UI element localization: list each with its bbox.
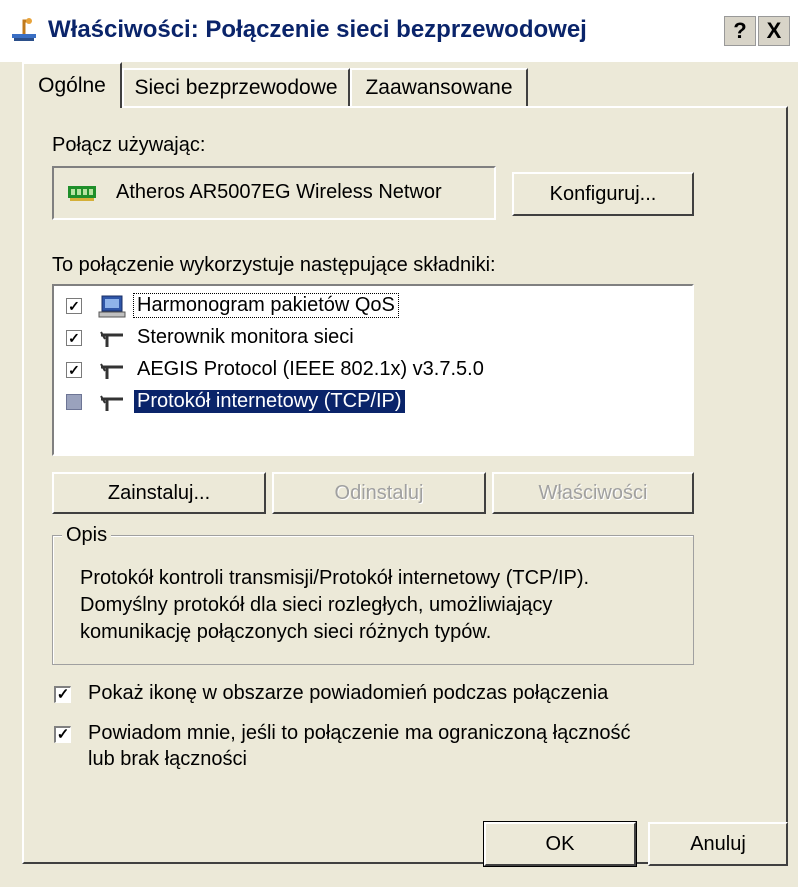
description-line: Protokół kontroli transmisji/Protokół in… — [80, 567, 590, 589]
adapter-field: Atheros AR5007EG Wireless Networ — [52, 166, 496, 220]
component-checkbox[interactable]: ✓ — [66, 298, 82, 314]
description-legend: Opis — [62, 524, 112, 547]
tab-wireless-networks[interactable]: Sieci bezprzewodowe — [122, 68, 350, 106]
tab-advanced[interactable]: Zaawansowane — [350, 68, 528, 106]
uninstall-button[interactable]: Odinstaluj — [272, 472, 486, 514]
network-protocol-icon — [100, 331, 123, 347]
install-button[interactable]: Zainstaluj... — [52, 472, 266, 514]
description-line: komunikację połączonych sieci różnych ty… — [80, 621, 492, 643]
components-label: To połączenie wykorzystuje następujące s… — [52, 254, 496, 276]
dialog-body: Ogólne Sieci bezprzewodowe Zaawansowane … — [0, 62, 798, 887]
notify-icon-checkbox[interactable]: ✓ — [54, 686, 71, 703]
configure-button[interactable]: Konfiguruj... — [512, 172, 694, 216]
adapter-name: Atheros AR5007EG Wireless Networ — [116, 181, 442, 203]
window-title: Właściwości: Połączenie sieci bezprzewod… — [48, 16, 587, 43]
close-button[interactable]: X — [758, 16, 790, 46]
component-label: Sterownik monitora sieci — [137, 326, 354, 348]
network-card-icon — [68, 186, 96, 201]
components-list[interactable]: ✓ Harmonogram pakietów QoS ✓ Sterownik m… — [52, 284, 694, 456]
list-item[interactable]: ✓ Harmonogram pakietów QoS — [62, 292, 662, 322]
component-checkbox[interactable] — [66, 394, 82, 410]
list-item[interactable]: ✓ AEGIS Protocol (IEEE 802.1x) v3.7.5.0 — [62, 356, 662, 386]
limited-connectivity-checkbox[interactable]: ✓ — [54, 726, 71, 743]
network-connection-icon — [12, 18, 36, 41]
qos-scheduler-icon — [98, 295, 126, 318]
list-item[interactable]: ✓ Sterownik monitora sieci — [62, 324, 662, 354]
network-protocol-icon — [100, 363, 123, 379]
connect-using-label: Połącz używając: — [52, 134, 206, 156]
cancel-button[interactable]: Anuluj — [648, 822, 788, 866]
ok-button[interactable]: OK — [483, 821, 637, 867]
notify-icon-label: Pokaż ikonę w obszarze powiadomień podcz… — [88, 682, 609, 704]
component-label: Harmonogram pakietów QoS — [133, 293, 399, 318]
network-protocol-icon — [100, 395, 123, 411]
properties-button[interactable]: Właściwości — [492, 472, 694, 514]
help-button[interactable]: ? — [724, 16, 756, 46]
component-checkbox[interactable]: ✓ — [66, 330, 82, 346]
component-label: Protokół internetowy (TCP/IP) — [134, 390, 405, 413]
component-checkbox[interactable]: ✓ — [66, 362, 82, 378]
component-label: AEGIS Protocol (IEEE 802.1x) v3.7.5.0 — [137, 358, 484, 380]
title-bar[interactable]: Właściwości: Połączenie sieci bezprzewod… — [0, 0, 798, 62]
description-line: Domyślny protokół dla sieci rozległych, … — [80, 594, 553, 616]
limited-connectivity-label-line2: lub brak łączności — [88, 748, 247, 770]
limited-connectivity-label: Powiadom mnie, jeśli to połączenie ma og… — [88, 722, 631, 744]
list-item[interactable]: Protokół internetowy (TCP/IP) — [62, 388, 662, 418]
tab-general[interactable]: Ogólne — [22, 62, 122, 108]
